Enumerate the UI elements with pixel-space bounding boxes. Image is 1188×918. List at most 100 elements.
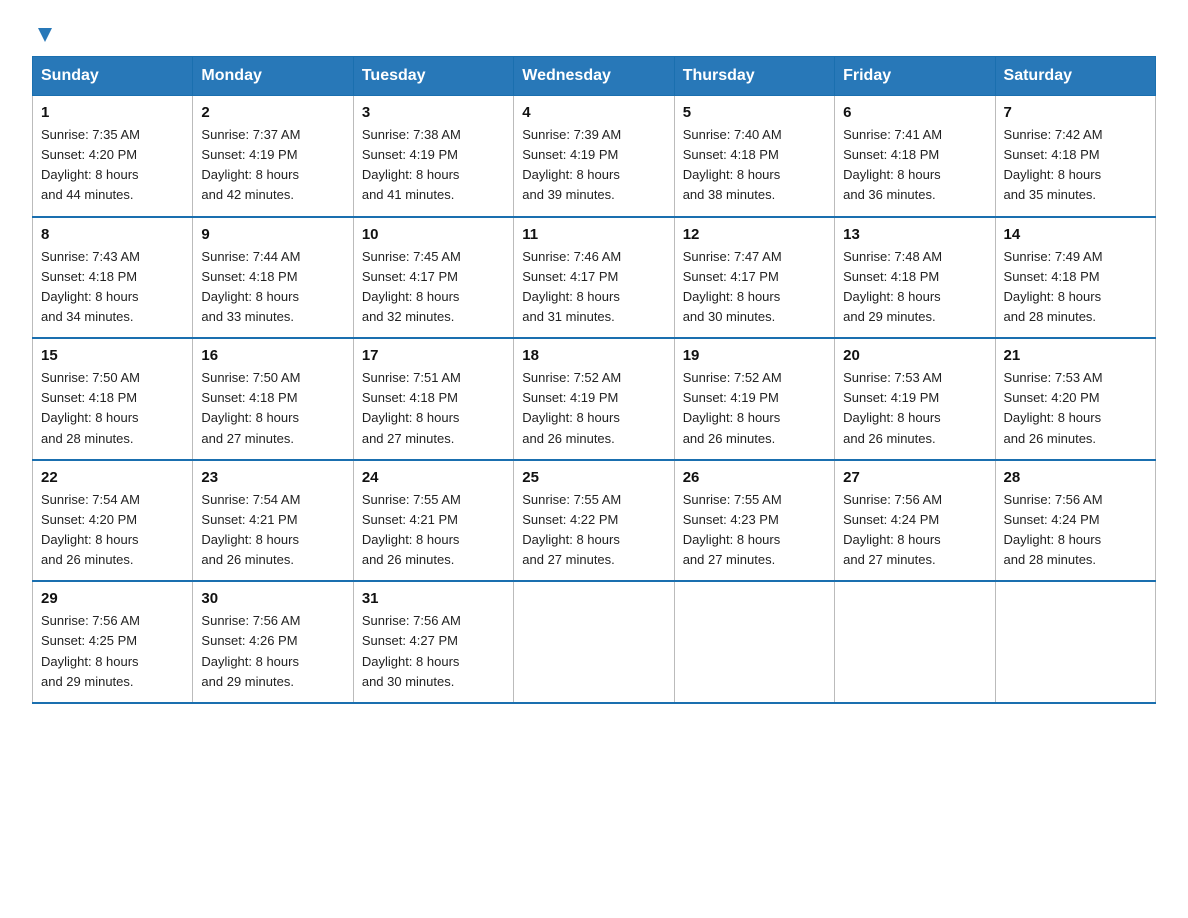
weekday-header-thursday: Thursday	[674, 57, 834, 96]
calendar-cell: 18 Sunrise: 7:52 AMSunset: 4:19 PMDayligh…	[514, 338, 674, 460]
calendar-cell: 31 Sunrise: 7:56 AMSunset: 4:27 PMDayligh…	[353, 581, 513, 703]
weekday-header-sunday: Sunday	[33, 57, 193, 96]
day-info: Sunrise: 7:46 AMSunset: 4:17 PMDaylight:…	[522, 247, 665, 328]
calendar-cell	[514, 581, 674, 703]
calendar-cell: 1 Sunrise: 7:35 AMSunset: 4:20 PMDaylight…	[33, 96, 193, 217]
calendar-cell: 10Sunrise: 7:45 AMSunset: 4:17 PMDayligh…	[353, 217, 513, 339]
calendar-cell: 14 Sunrise: 7:49 AMSunset: 4:18 PMDayligh…	[995, 217, 1155, 339]
day-info: Sunrise: 7:37 AMSunset: 4:19 PMDaylight:…	[201, 125, 344, 206]
calendar-cell: 5 Sunrise: 7:40 AMSunset: 4:18 PMDaylight…	[674, 96, 834, 217]
day-number: 20	[843, 347, 986, 364]
day-number: 7	[1004, 104, 1147, 121]
day-info: Sunrise: 7:55 AMSunset: 4:21 PMDaylight:…	[362, 490, 505, 571]
calendar-cell: 2 Sunrise: 7:37 AMSunset: 4:19 PMDaylight…	[193, 96, 353, 217]
day-number: 19	[683, 347, 826, 364]
day-number: 30	[201, 590, 344, 607]
weekday-header-monday: Monday	[193, 57, 353, 96]
calendar-week-row: 15 Sunrise: 7:50 AMSunset: 4:18 PMDayligh…	[33, 338, 1156, 460]
day-info: Sunrise: 7:53 AMSunset: 4:19 PMDaylight:…	[843, 368, 986, 449]
day-number: 4	[522, 104, 665, 121]
logo-triangle-icon	[34, 24, 56, 46]
calendar-cell: 23Sunrise: 7:54 AMSunset: 4:21 PMDayligh…	[193, 460, 353, 582]
day-number: 5	[683, 104, 826, 121]
day-number: 13	[843, 226, 986, 243]
day-info: Sunrise: 7:55 AMSunset: 4:23 PMDaylight:…	[683, 490, 826, 571]
calendar-cell: 3 Sunrise: 7:38 AMSunset: 4:19 PMDaylight…	[353, 96, 513, 217]
day-number: 18	[522, 347, 665, 364]
day-info: Sunrise: 7:49 AMSunset: 4:18 PMDaylight:…	[1004, 247, 1147, 328]
calendar-cell: 9Sunrise: 7:44 AMSunset: 4:18 PMDaylight…	[193, 217, 353, 339]
day-info: Sunrise: 7:53 AMSunset: 4:20 PMDaylight:…	[1004, 368, 1147, 449]
day-number: 12	[683, 226, 826, 243]
calendar-cell: 11 Sunrise: 7:46 AMSunset: 4:17 PMDayligh…	[514, 217, 674, 339]
day-info: Sunrise: 7:44 AMSunset: 4:18 PMDaylight:…	[201, 247, 344, 328]
day-number: 1	[41, 104, 184, 121]
calendar-cell: 30 Sunrise: 7:56 AMSunset: 4:26 PMDayligh…	[193, 581, 353, 703]
day-number: 11	[522, 226, 665, 243]
day-number: 28	[1004, 469, 1147, 486]
calendar-cell: 19 Sunrise: 7:52 AMSunset: 4:19 PMDayligh…	[674, 338, 834, 460]
day-info: Sunrise: 7:56 AMSunset: 4:24 PMDaylight:…	[843, 490, 986, 571]
calendar-cell	[835, 581, 995, 703]
calendar-cell: 12 Sunrise: 7:47 AMSunset: 4:17 PMDayligh…	[674, 217, 834, 339]
day-number: 17	[362, 347, 505, 364]
calendar-week-row: 29 Sunrise: 7:56 AMSunset: 4:25 PMDayligh…	[33, 581, 1156, 703]
day-number: 21	[1004, 347, 1147, 364]
day-info: Sunrise: 7:56 AMSunset: 4:25 PMDaylight:…	[41, 611, 184, 692]
day-number: 8	[41, 226, 184, 243]
day-info: Sunrise: 7:41 AMSunset: 4:18 PMDaylight:…	[843, 125, 986, 206]
day-info: Sunrise: 7:48 AMSunset: 4:18 PMDaylight:…	[843, 247, 986, 328]
calendar-cell: 29 Sunrise: 7:56 AMSunset: 4:25 PMDayligh…	[33, 581, 193, 703]
calendar-cell: 13 Sunrise: 7:48 AMSunset: 4:18 PMDayligh…	[835, 217, 995, 339]
calendar-cell: 4 Sunrise: 7:39 AMSunset: 4:19 PMDaylight…	[514, 96, 674, 217]
day-number: 27	[843, 469, 986, 486]
day-number: 31	[362, 590, 505, 607]
day-info: Sunrise: 7:35 AMSunset: 4:20 PMDaylight:…	[41, 125, 184, 206]
day-number: 15	[41, 347, 184, 364]
calendar-cell: 22 Sunrise: 7:54 AMSunset: 4:20 PMDayligh…	[33, 460, 193, 582]
day-info: Sunrise: 7:47 AMSunset: 4:17 PMDaylight:…	[683, 247, 826, 328]
calendar-cell: 17 Sunrise: 7:51 AMSunset: 4:18 PMDayligh…	[353, 338, 513, 460]
weekday-header-friday: Friday	[835, 57, 995, 96]
calendar-cell: 7 Sunrise: 7:42 AMSunset: 4:18 PMDaylight…	[995, 96, 1155, 217]
day-number: 16	[201, 347, 344, 364]
day-info: Sunrise: 7:51 AMSunset: 4:18 PMDaylight:…	[362, 368, 505, 449]
day-info: Sunrise: 7:52 AMSunset: 4:19 PMDaylight:…	[683, 368, 826, 449]
day-number: 10	[362, 226, 505, 243]
calendar-week-row: 22 Sunrise: 7:54 AMSunset: 4:20 PMDayligh…	[33, 460, 1156, 582]
page-header	[32, 24, 1156, 40]
logo	[32, 24, 56, 40]
day-number: 25	[522, 469, 665, 486]
calendar-cell: 8 Sunrise: 7:43 AMSunset: 4:18 PMDaylight…	[33, 217, 193, 339]
day-info: Sunrise: 7:50 AMSunset: 4:18 PMDaylight:…	[201, 368, 344, 449]
calendar-cell: 15 Sunrise: 7:50 AMSunset: 4:18 PMDayligh…	[33, 338, 193, 460]
weekday-header-tuesday: Tuesday	[353, 57, 513, 96]
day-info: Sunrise: 7:43 AMSunset: 4:18 PMDaylight:…	[41, 247, 184, 328]
weekday-header-row: SundayMondayTuesdayWednesdayThursdayFrid…	[33, 57, 1156, 96]
day-info: Sunrise: 7:55 AMSunset: 4:22 PMDaylight:…	[522, 490, 665, 571]
calendar-cell: 28 Sunrise: 7:56 AMSunset: 4:24 PMDayligh…	[995, 460, 1155, 582]
calendar-cell: 20 Sunrise: 7:53 AMSunset: 4:19 PMDayligh…	[835, 338, 995, 460]
day-number: 23	[201, 469, 344, 486]
calendar-cell: 24Sunrise: 7:55 AMSunset: 4:21 PMDayligh…	[353, 460, 513, 582]
day-number: 29	[41, 590, 184, 607]
day-number: 2	[201, 104, 344, 121]
calendar-week-row: 1 Sunrise: 7:35 AMSunset: 4:20 PMDaylight…	[33, 96, 1156, 217]
day-info: Sunrise: 7:40 AMSunset: 4:18 PMDaylight:…	[683, 125, 826, 206]
day-info: Sunrise: 7:52 AMSunset: 4:19 PMDaylight:…	[522, 368, 665, 449]
day-info: Sunrise: 7:39 AMSunset: 4:19 PMDaylight:…	[522, 125, 665, 206]
day-info: Sunrise: 7:38 AMSunset: 4:19 PMDaylight:…	[362, 125, 505, 206]
weekday-header-saturday: Saturday	[995, 57, 1155, 96]
day-info: Sunrise: 7:42 AMSunset: 4:18 PMDaylight:…	[1004, 125, 1147, 206]
calendar-week-row: 8 Sunrise: 7:43 AMSunset: 4:18 PMDaylight…	[33, 217, 1156, 339]
day-number: 14	[1004, 226, 1147, 243]
weekday-header-wednesday: Wednesday	[514, 57, 674, 96]
day-info: Sunrise: 7:56 AMSunset: 4:27 PMDaylight:…	[362, 611, 505, 692]
day-number: 22	[41, 469, 184, 486]
day-info: Sunrise: 7:56 AMSunset: 4:24 PMDaylight:…	[1004, 490, 1147, 571]
calendar-cell	[674, 581, 834, 703]
day-number: 3	[362, 104, 505, 121]
day-info: Sunrise: 7:50 AMSunset: 4:18 PMDaylight:…	[41, 368, 184, 449]
day-info: Sunrise: 7:56 AMSunset: 4:26 PMDaylight:…	[201, 611, 344, 692]
day-info: Sunrise: 7:54 AMSunset: 4:20 PMDaylight:…	[41, 490, 184, 571]
